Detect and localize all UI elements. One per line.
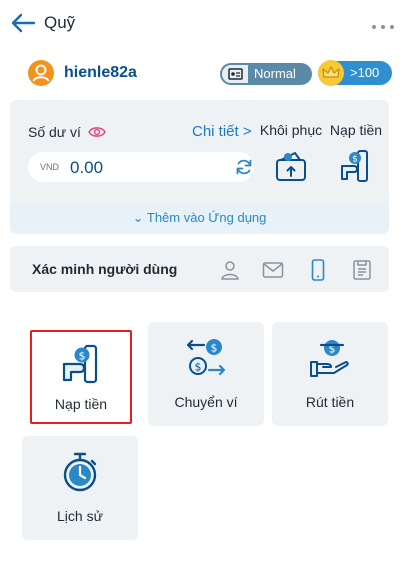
username: hienle82a — [64, 64, 137, 81]
vip-badge[interactable]: >100 — [318, 60, 392, 86]
balance-amount: 0.00 — [70, 158, 104, 177]
page-title: Quỹ — [44, 13, 76, 32]
refresh-icon[interactable] — [234, 157, 254, 177]
svg-text:$: $ — [352, 155, 358, 165]
history-tile-label: Lịch sử — [57, 508, 103, 524]
id-card-icon — [222, 65, 248, 83]
wallet-card: Số dư ví Chi tiết > VND 0.00 Khôi phục N… — [10, 100, 389, 234]
back-arrow-icon[interactable] — [10, 12, 36, 34]
hand-coin-icon: $ — [310, 340, 349, 377]
level-badge[interactable]: Normal — [220, 63, 312, 85]
eye-icon[interactable] — [88, 125, 106, 139]
withdraw-tile[interactable]: $ Rút tiền — [272, 322, 388, 426]
deposit-label: Nạp tiền — [329, 122, 383, 138]
wallet-restore-icon — [276, 152, 306, 181]
history-tile[interactable]: Lịch sử — [22, 436, 138, 540]
user-info-row: hienle82a Normal >100 — [0, 56, 410, 92]
user-silhouette-icon — [32, 64, 50, 82]
restore-label: Khôi phục — [259, 122, 323, 138]
crown-icon — [318, 60, 344, 86]
balance-label: Số dư ví — [28, 124, 81, 140]
detail-link[interactable]: Chi tiết > — [192, 123, 252, 140]
card-insert-icon: $ — [62, 344, 98, 384]
avatar[interactable] — [28, 60, 54, 86]
transfer-tile[interactable]: $ $ Chuyển ví — [148, 322, 264, 426]
svg-text:$: $ — [195, 361, 202, 374]
card-insert-icon: $ — [341, 150, 368, 182]
id-document-icon[interactable] — [350, 258, 374, 282]
add-to-app-link[interactable]: ⌄ Thêm vào Ứng dụng — [10, 203, 389, 231]
deposit-tile-label: Nạp tiền — [54, 396, 108, 412]
deposit-tile[interactable]: $ Nạp tiền — [30, 330, 132, 424]
more-options-icon[interactable] — [372, 16, 402, 30]
withdraw-tile-label: Rút tiền — [305, 394, 355, 410]
verification-label: Xác minh người dùng — [32, 261, 178, 277]
transfer-tile-label: Chuyển ví — [174, 394, 238, 410]
transfer-arrows-icon: $ $ — [186, 339, 226, 376]
user-profile-icon[interactable] — [218, 258, 242, 282]
level-badge-text: Normal — [254, 66, 296, 81]
restore-button[interactable]: Khôi phục — [258, 122, 324, 188]
stopwatch-icon — [63, 452, 97, 492]
email-icon[interactable] — [261, 258, 285, 282]
user-verification-card: Xác minh người dùng — [10, 246, 389, 292]
vip-badge-text: >100 — [350, 65, 380, 80]
svg-text:$: $ — [211, 342, 218, 355]
currency-label: VND — [40, 162, 60, 172]
phone-icon[interactable] — [306, 258, 330, 282]
svg-text:$: $ — [79, 350, 86, 363]
balance-display: VND 0.00 — [28, 152, 254, 182]
app-header: Quỹ — [0, 0, 410, 48]
deposit-button[interactable]: Nạp tiền $ — [326, 122, 386, 188]
